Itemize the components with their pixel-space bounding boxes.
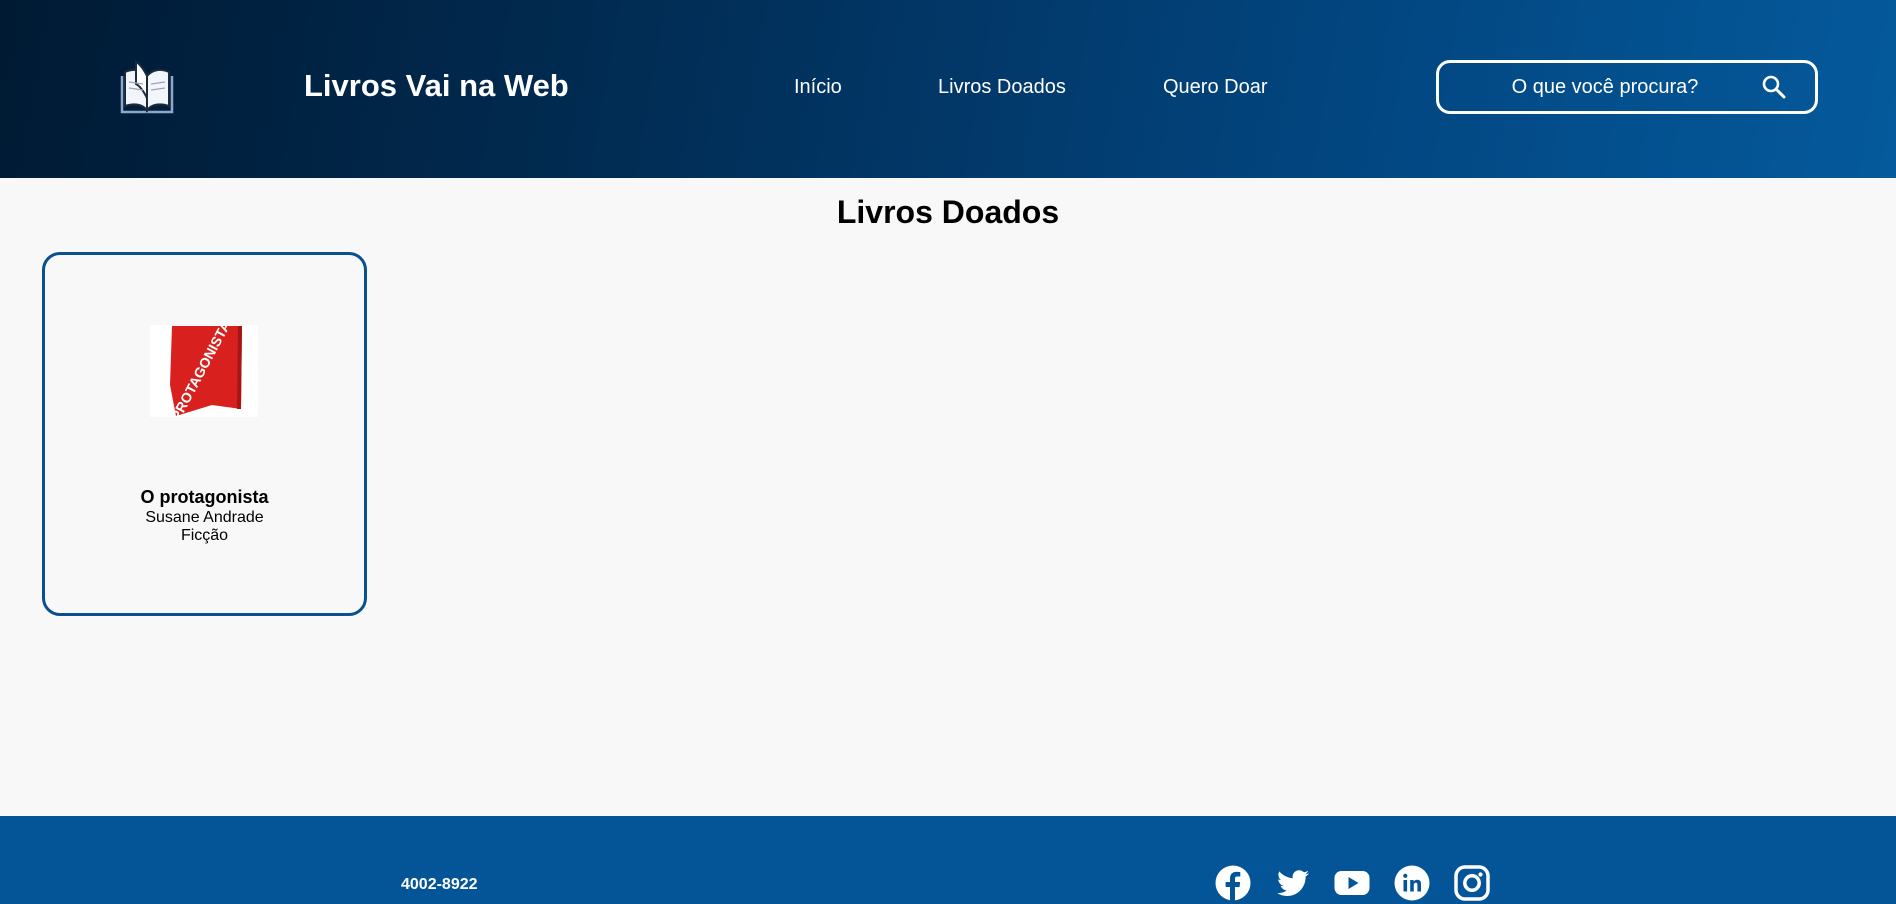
- youtube-icon[interactable]: [1333, 864, 1371, 902]
- site-header: Livros Vai na Web Início Livros Doados Q…: [0, 0, 1896, 178]
- nav-link-quero-doar[interactable]: Quero Doar: [1163, 76, 1268, 99]
- page-title: Livros Doados: [836, 194, 1060, 230]
- book-card[interactable]: PROTAGONISTA O protagonista Susane Andra…: [42, 252, 367, 616]
- search-box: [1436, 60, 1818, 114]
- site-brand-title: Livros Vai na Web: [304, 68, 569, 103]
- search-input[interactable]: [1455, 71, 1755, 103]
- site-footer: 4002-8922: [0, 816, 1896, 904]
- facebook-icon[interactable]: [1214, 864, 1252, 902]
- book-author: Susane Andrade: [145, 509, 264, 526]
- open-book-logo-icon[interactable]: [118, 58, 176, 116]
- book-cover-image: PROTAGONISTA: [150, 325, 258, 417]
- book-title: O protagonista: [140, 487, 269, 507]
- linkedin-icon[interactable]: [1393, 864, 1431, 902]
- nav-link-livros-doados[interactable]: Livros Doados: [938, 76, 1066, 99]
- nav-link-inicio[interactable]: Início: [794, 76, 842, 99]
- footer-phone: 4002-8922: [401, 876, 478, 893]
- instagram-icon[interactable]: [1453, 864, 1491, 902]
- book-genre: Ficção: [180, 527, 229, 544]
- twitter-icon[interactable]: [1274, 864, 1312, 902]
- search-icon[interactable]: [1761, 74, 1787, 100]
